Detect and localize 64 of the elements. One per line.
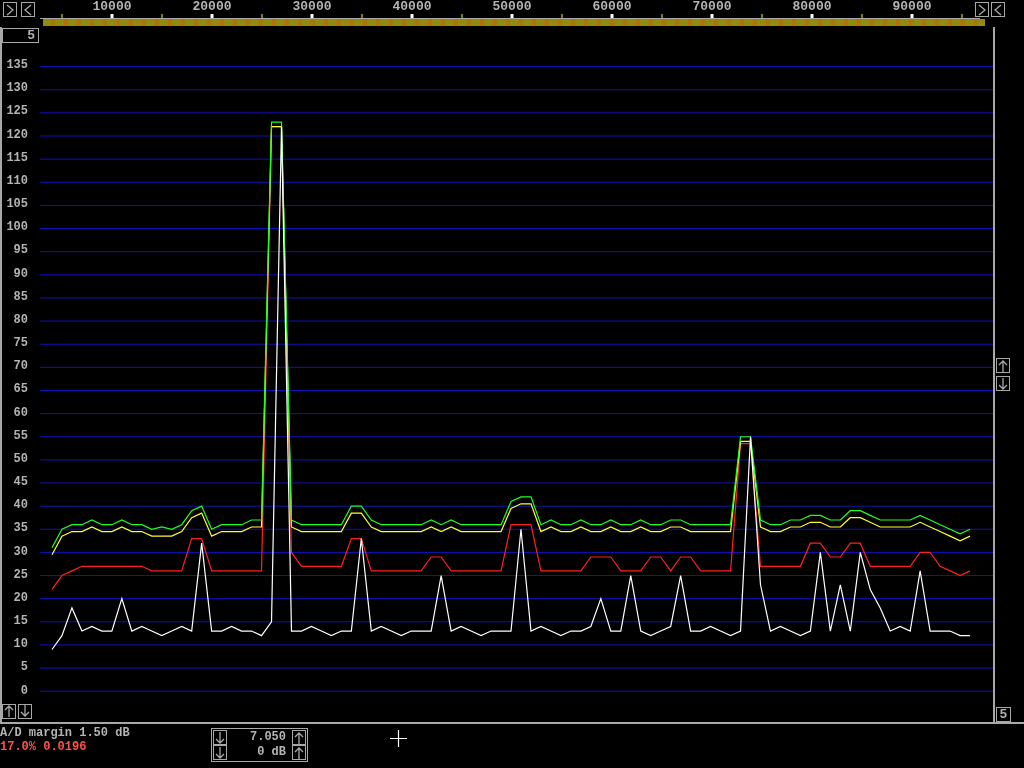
increase-button[interactable] — [292, 730, 306, 745]
frequency-label: 80000 — [791, 0, 833, 14]
y-axis-label: 50 — [12, 450, 28, 468]
frequency-label: 70000 — [691, 0, 733, 14]
control-value: 0 dB — [256, 745, 287, 760]
y-axis-label: 0 — [19, 682, 28, 700]
scale-box[interactable]: 5 — [2, 28, 39, 43]
scroll-left-button[interactable] — [21, 2, 35, 17]
crosshair-cursor-icon — [390, 730, 407, 747]
y-axis-label: 35 — [12, 520, 28, 538]
up-arrow-icon — [3, 704, 15, 719]
scroll-up-button[interactable] — [996, 358, 1010, 373]
frequency-label: 50000 — [491, 0, 533, 14]
y-axis-label: 95 — [12, 242, 28, 260]
up-arrow-icon — [997, 358, 1009, 373]
y-axis-label: 40 — [12, 497, 28, 515]
y-axis-label: 85 — [12, 288, 28, 306]
y-axis-label: 15 — [12, 613, 28, 631]
up-arrow-icon — [293, 745, 305, 760]
scroll-down-button[interactable] — [996, 376, 1010, 391]
y-axis-label: 80 — [12, 311, 28, 329]
ad-margin-text: A/D margin 1.50 dB — [0, 726, 131, 740]
y-axis-label: 45 — [12, 474, 28, 492]
scroll-down-button[interactable] — [18, 703, 32, 719]
scroll-up-button[interactable] — [2, 703, 16, 719]
decrease-button[interactable] — [213, 745, 227, 760]
down-arrow-icon — [997, 376, 1009, 391]
y-axis-label: 110 — [5, 172, 28, 190]
scroll-right-button[interactable] — [3, 2, 17, 17]
y-axis-label: 25 — [12, 566, 28, 584]
y-axis-label: 75 — [12, 335, 28, 353]
y-axis-label: 55 — [12, 427, 28, 445]
y-axis-label: 20 — [12, 589, 28, 607]
y-axis-label: 65 — [12, 381, 28, 399]
y-axis-label: 5 — [19, 659, 28, 677]
frequency-label: 90000 — [891, 0, 933, 14]
down-arrow-icon — [214, 745, 226, 760]
increase-button[interactable] — [292, 745, 306, 760]
readout-text: 17.0% 0.0196 — [0, 740, 88, 754]
frequency-label: 30000 — [291, 0, 333, 14]
y-axis-label: 30 — [12, 543, 28, 561]
y-axis-label: 100 — [5, 219, 28, 237]
y-axis-label: 130 — [5, 80, 28, 98]
y-axis-label: 105 — [5, 196, 28, 214]
y-axis-label: 125 — [5, 103, 28, 121]
down-arrow-icon — [19, 704, 31, 719]
decrease-button[interactable] — [213, 730, 227, 745]
control-value: 7.050 — [249, 730, 287, 745]
down-arrow-icon — [214, 730, 226, 745]
y-axis-label: 10 — [12, 636, 28, 654]
frequency-label: 10000 — [91, 0, 133, 14]
up-arrow-icon — [293, 730, 305, 745]
y-axis-label: 90 — [12, 265, 28, 283]
frequency-label: 20000 — [191, 0, 233, 14]
y-axis-label: 115 — [5, 149, 28, 167]
y-axis-label: 135 — [5, 57, 28, 74]
y-axis-label: 120 — [5, 126, 28, 144]
y-axis-label: 60 — [12, 404, 28, 422]
scroll-right-button[interactable] — [975, 2, 989, 17]
frequency-label: 60000 — [591, 0, 633, 14]
scale-box[interactable]: 5 — [996, 707, 1011, 722]
scroll-left-button[interactable] — [991, 2, 1005, 17]
y-axis-label: 70 — [12, 358, 28, 376]
frequency-label: 40000 — [391, 0, 433, 14]
